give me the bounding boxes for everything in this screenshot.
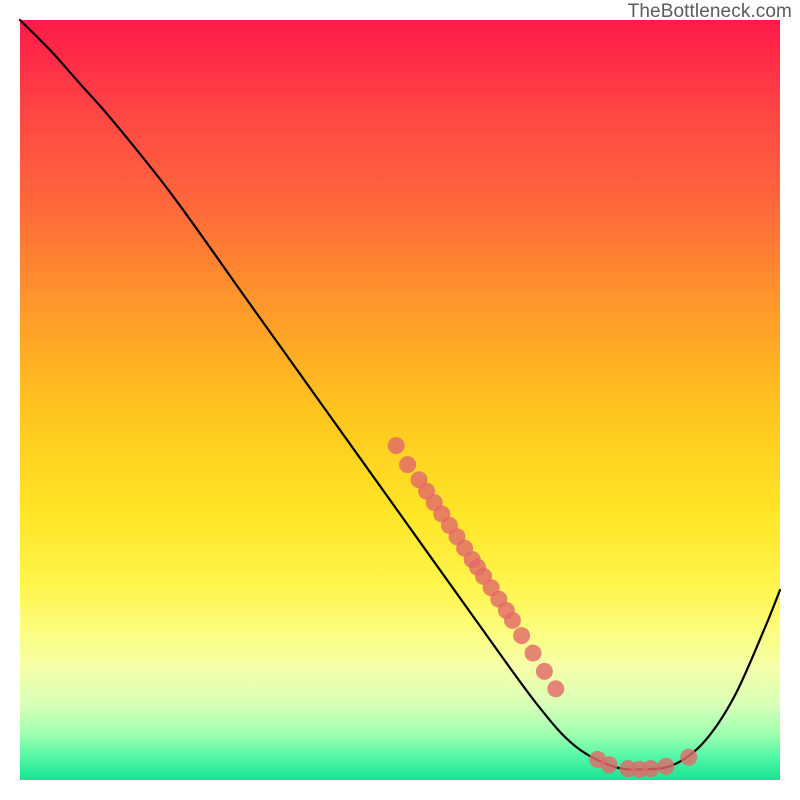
data-point: [642, 760, 659, 777]
data-point: [547, 680, 564, 697]
highlighted-points-group: [388, 437, 698, 778]
data-point: [399, 456, 416, 473]
data-point: [601, 756, 618, 773]
plot-svg: [20, 20, 780, 780]
frame-right: [780, 0, 800, 800]
data-point: [504, 612, 521, 629]
chart-container: TheBottleneck.com: [0, 0, 800, 800]
bottleneck-curve: [20, 20, 780, 770]
data-point: [388, 437, 405, 454]
frame-left: [0, 0, 20, 800]
data-point: [680, 749, 697, 766]
data-point: [536, 663, 553, 680]
watermark-text: TheBottleneck.com: [628, 1, 792, 23]
data-point: [525, 645, 542, 662]
data-point: [658, 758, 675, 775]
data-point: [513, 627, 530, 644]
frame-bottom: [0, 780, 800, 800]
